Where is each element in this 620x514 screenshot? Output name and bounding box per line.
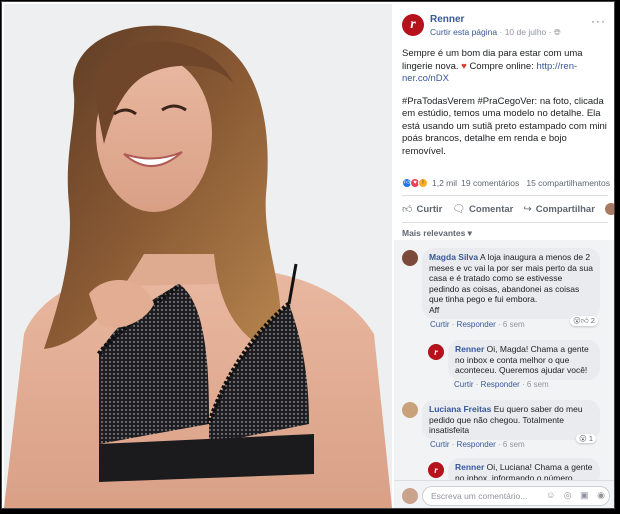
comment-author[interactable]: Renner [455,344,484,354]
comment-reply-link[interactable]: Responder [457,440,496,449]
comment-time[interactable]: 6 sem [527,380,549,389]
comment-reply-item: r Renner Oi, Luciana! Chama a gente no i… [394,454,614,480]
comment-reply-link[interactable]: Responder [481,380,520,389]
comment-reactions[interactable]: 😮︎👍︎ 2 [570,316,598,326]
thumbs-up-icon: 👍︎ [402,204,413,215]
comment-bubble: Renner Oi, Luciana! Chama a gente no inb… [448,458,600,480]
reaction-count: 2 [590,316,595,325]
page-logo[interactable]: r [402,14,424,36]
comment-time[interactable]: 6 sem [503,320,525,329]
post-actions: 👍︎ Curtir 🗨︎ Comentar ↪ Compartilhar ▾ [402,200,614,218]
comment-button[interactable]: 🗨︎ Comentar [452,204,513,215]
reaction-icons: 😮︎👍︎ [573,316,589,325]
comment-item: Magda Silva A loja inaugura a menos de 2… [394,240,614,336]
post-stats: 👍︎ ♥ ! 1,2 mil 19 comentários 15 compart… [402,178,610,192]
comment-time[interactable]: 6 sem [503,440,525,449]
reaction-icons: 😮︎ [579,434,587,443]
avatar[interactable] [402,402,418,418]
composer-tool-icons[interactable]: ☺ ◎ ▣ ◉ [546,490,608,501]
more-options-icon[interactable]: ··· [591,14,606,28]
divider [402,222,608,223]
comment-author[interactable]: Magda Silva [429,252,478,262]
counts: 19 comentários 15 compartilhamentos [461,178,610,188]
heart-icon: ♥ [461,60,467,72]
reaction-summary[interactable]: 👍︎ ♥ ! 1,2 mil [402,178,457,188]
post-side-panel: r Renner Curtir esta página · 10 de julh… [394,2,614,508]
share-arrow-icon: ↪ [523,203,532,215]
post-header: r Renner Curtir esta página · 10 de julh… [402,12,608,42]
comments-list: Magda Silva A loja inaugura a menos de 2… [394,240,614,480]
model-lingerie-image [4,4,392,508]
comment-composer: Escreva um comentário... ☺ ◎ ▣ ◉ [394,480,614,508]
avatar [604,203,614,215]
act-as-selector[interactable]: ▾ [604,203,614,215]
sort-comments-dropdown[interactable]: Mais relevantes ▾ [402,228,472,239]
page-name-link[interactable]: Renner [430,14,464,25]
comment-bubble: Magda Silva A loja inaugura a menos de 2… [422,248,600,319]
avatar[interactable] [402,250,418,266]
comment-bubble: Renner Oi, Magda! Chama a gente no inbox… [448,340,600,380]
comment-reactions[interactable]: 😮︎ 1 [576,434,597,443]
reaction-count: 1 [588,434,594,443]
like-button[interactable]: 👍︎ Curtir [402,203,442,216]
post-date[interactable]: 10 de julho [505,27,547,37]
shares-count[interactable]: 15 compartilhamentos [526,178,610,188]
reaction-count: 1,2 mil [432,178,458,188]
comment-meta: Curtir · Responder · 6 sem [454,380,549,389]
post-meta: Curtir esta página · 10 de julho · 🌐︎ [430,27,561,37]
comment-reply-link[interactable]: Responder [457,320,496,329]
avatar[interactable]: r [428,462,444,478]
comment-meta: Curtir · Responder · 6 sem [430,320,525,329]
comment-like-link[interactable]: Curtir [430,320,450,329]
comment-like-link[interactable]: Curtir [454,380,474,389]
comments-count[interactable]: 19 comentários [461,178,519,188]
wow-reaction-icon: ! [418,178,428,188]
image-description: #PraTodasVerem #PraCegoVer: na foto, cli… [402,95,607,157]
post-caption: Sempre é um bom dia para estar com uma l… [402,48,610,168]
comment-bubble: Luciana Freitas Eu quero saber do meu pe… [422,400,600,440]
share-button[interactable]: ↪ Compartilhar [523,204,595,215]
comment-meta: Curtir · Responder · 6 sem [430,440,525,449]
avatar[interactable]: r [428,344,444,360]
comment-text-extra: Aff [429,304,440,315]
comment-author[interactable]: Renner [455,462,484,472]
caption-cta: Compre online: [469,60,534,72]
comment-item: Luciana Freitas Eu quero saber do meu pe… [394,396,614,450]
divider [402,195,608,196]
avatar [402,488,418,504]
globe-icon: 🌐︎ [553,27,561,37]
speech-bubble-icon: 🗨︎ [452,203,466,215]
post-photo[interactable] [4,4,392,508]
comment-reply-item: r Renner Oi, Magda! Chama a gente no inb… [394,336,614,390]
comment-like-link[interactable]: Curtir [430,440,450,449]
comment-author[interactable]: Luciana Freitas [429,404,491,414]
facebook-photo-viewer: r Renner Curtir esta página · 10 de julh… [1,1,615,509]
follow-page-link[interactable]: Curtir esta página [430,27,497,37]
